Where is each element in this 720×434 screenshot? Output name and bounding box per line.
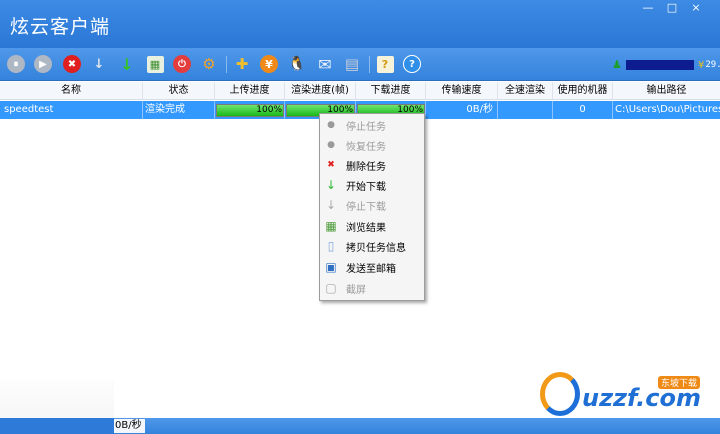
task-table-header: 名称 状态 上传进度 渲染进度(帧) 下载进度 传输速度 全速渲染 使用的机器数… [0, 82, 720, 114]
cell-upload: 100% [215, 101, 285, 119]
minimize-button[interactable]: — [640, 2, 656, 14]
menu-item-send-email[interactable]: ▣ 发送至邮箱 [320, 257, 424, 277]
toolbar-divider [369, 56, 370, 73]
status-transfer-speed: 0B/秒 [114, 419, 145, 433]
calculator-button[interactable]: ▤ [342, 54, 362, 74]
recharge-button[interactable]: ¥ [259, 54, 279, 74]
menu-item-resume-task[interactable]: ● 恢复任务 [320, 135, 424, 155]
cell-full-speed [498, 101, 553, 119]
puzzle-icon: ✚ [235, 55, 249, 73]
context-menu: ● 停止任务 ● 恢复任务 ✖ 删除任务 ↓ 开始下载 ↓ 停止下载 ▦ 浏览结果 ▯ 拷贝任… [319, 113, 425, 301]
upload-progress-bar: 100% [216, 104, 284, 117]
column-header-speed[interactable]: 传输速度 [426, 82, 498, 100]
menu-item-delete-task[interactable]: ✖ 删除任务 [320, 155, 424, 175]
menu-item-start-download[interactable]: ↓ 开始下载 [320, 175, 424, 195]
pause-button[interactable]: ⏸ [6, 54, 26, 74]
account-balance: 29.574 [705, 60, 720, 70]
currency-symbol: ¥ [698, 59, 705, 71]
about-button[interactable]: ? [402, 54, 422, 74]
cell-speed: 0B/秒 [426, 101, 498, 119]
column-header-output-path[interactable]: 输出路径 [613, 82, 720, 100]
toolbar-divider [226, 56, 227, 73]
resume-button[interactable]: ▶ [33, 54, 53, 74]
stop-icon: ● [327, 120, 335, 130]
power-button[interactable]: ⏻ [172, 54, 192, 74]
status-left-area [0, 418, 114, 434]
download-button[interactable]: ↓ [117, 54, 137, 74]
mail-icon: ▣ [325, 260, 337, 274]
maximize-button[interactable]: □ [664, 2, 680, 14]
column-header-full-speed[interactable]: 全速渲染 [498, 82, 553, 100]
title-bar: 炫云客户端 — □ × [0, 0, 720, 48]
resume-icon: ▶ [34, 55, 52, 73]
column-header-machines[interactable]: 使用的机器数 [553, 82, 613, 114]
column-header-status[interactable]: 状态 [143, 82, 215, 100]
watermark: uzzf.com 东坡下载 [530, 368, 720, 420]
resume-icon: ● [327, 140, 335, 150]
cell-output-path: C:\Users\Dou\Pictures\ [615, 104, 720, 115]
question-icon: ? [403, 55, 421, 73]
status-bar: 0B/秒 [0, 418, 720, 434]
help-button[interactable]: ? [375, 54, 395, 74]
app-window: 炫云客户端 — □ × ⏸ ▶ ✖ ↓ ↓ ▦ ⏻ ⚙ ✚ ¥ 🐧 ✉ ▤ ? … [0, 0, 720, 434]
screenshot-icon: ▢ [325, 281, 337, 295]
stop-download-icon: ↓ [325, 198, 337, 212]
download-icon: ↓ [325, 178, 337, 192]
qq-penguin-icon: 🐧 [288, 56, 306, 72]
upload-progress-label: 100% [256, 105, 282, 115]
delete-icon: ✖ [327, 160, 335, 170]
cell-machines: 0 [553, 101, 613, 119]
watermark-badge: 东坡下载 [658, 376, 701, 389]
menu-item-browse-result[interactable]: ▦ 浏览结果 [320, 216, 424, 236]
column-header-render[interactable]: 渲染进度(帧) [285, 82, 356, 100]
cell-name: speedtest [0, 101, 143, 119]
delete-icon: ✖ [63, 55, 81, 73]
close-button[interactable]: × [688, 2, 704, 14]
blurred-area [0, 380, 114, 418]
menu-item-stop-download[interactable]: ↓ 停止下载 [320, 195, 424, 215]
qq-button[interactable]: 🐧 [287, 54, 307, 74]
download-icon: ↓ [120, 54, 134, 74]
plugin-button[interactable]: ✚ [232, 54, 252, 74]
help-doc-icon: ? [376, 55, 394, 73]
user-name-redacted [626, 60, 694, 70]
calculator-icon: ▤ [344, 55, 360, 73]
watermark-logo-icon [540, 372, 580, 416]
stop-download-button[interactable]: ↓ [89, 54, 109, 74]
menu-item-screenshot[interactable]: ▢ 截屏 [320, 278, 424, 298]
menu-item-copy-task-info[interactable]: ▯ 拷贝任务信息 [320, 236, 424, 256]
user-info[interactable]: ♟ ¥ 29.574 [612, 58, 720, 72]
image-icon: ▦ [325, 219, 337, 233]
image-icon: ▦ [146, 55, 164, 73]
menu-item-stop-task[interactable]: ● 停止任务 [320, 115, 424, 135]
user-icon: ♟ [612, 58, 622, 71]
column-header-download[interactable]: 下载进度 [356, 82, 426, 100]
mail-icon: ✉ [318, 54, 332, 74]
mail-button[interactable]: ✉ [315, 54, 335, 74]
pause-icon: ⏸ [7, 55, 25, 73]
yen-icon: ¥ [260, 55, 278, 73]
stop-download-icon: ↓ [93, 56, 105, 72]
column-header-upload[interactable]: 上传进度 [215, 82, 285, 100]
browse-result-button[interactable]: ▦ [145, 54, 165, 74]
cell-status: 渲染完成 [143, 101, 215, 119]
settings-button[interactable]: ⚙ [199, 54, 219, 74]
column-header-name[interactable]: 名称 [0, 82, 143, 100]
app-title: 炫云客户端 [10, 16, 111, 38]
copy-icon: ▯ [327, 239, 335, 253]
delete-button[interactable]: ✖ [62, 54, 82, 74]
gear-icon: ⚙ [202, 55, 216, 73]
power-icon: ⏻ [173, 55, 191, 73]
